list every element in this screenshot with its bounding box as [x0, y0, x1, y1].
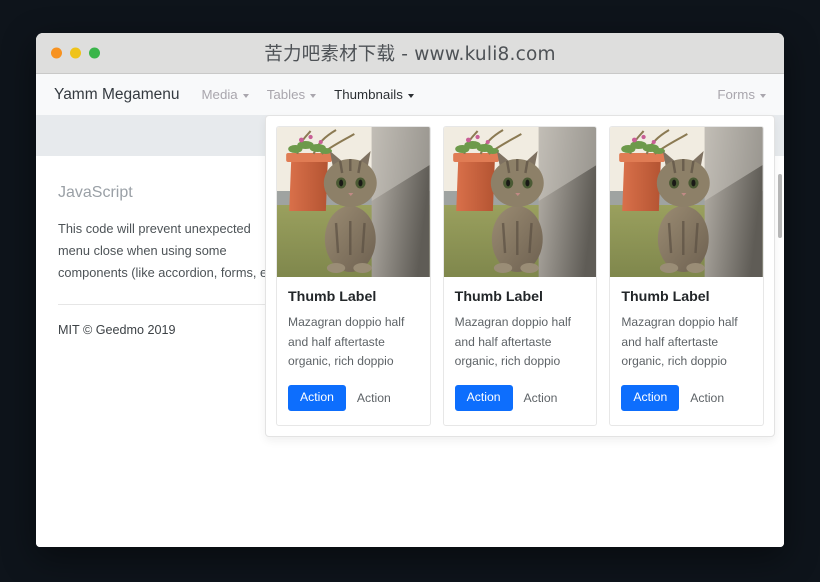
window-titlebar: 苦力吧素材下载 - www.kuli8.com [36, 33, 784, 74]
page-scrollbar-thumb[interactable] [778, 174, 782, 238]
primary-action-button[interactable]: Action [288, 384, 346, 412]
thumbnail-card-title: Thumb Label [454, 289, 543, 305]
thumbnail-card-text: Mazagran doppio half and half aftertaste… [454, 315, 571, 369]
divider [58, 304, 286, 305]
window-title: 苦力吧素材下载 - www.kuli8.com [264, 44, 556, 65]
nav-item-forms-label: Forms [717, 87, 755, 102]
thumbnail-card-body: Thumb Label Mazagran doppio half and hal… [444, 277, 597, 425]
javascript-description: This code will prevent unexpected menu c… [58, 221, 282, 280]
window-controls [51, 47, 100, 59]
thumbnail-card-title: Thumb Label [288, 289, 377, 305]
thumbnail-card-body: Thumb Label Mazagran doppio half and hal… [610, 277, 763, 425]
secondary-action-button[interactable]: Action [357, 391, 391, 405]
nav-item-media-label: Media [201, 87, 238, 102]
thumbnail-card-actions: Action Action [621, 384, 752, 412]
thumbnail-card-text: Mazagran doppio half and half aftertaste… [621, 315, 738, 369]
navbar-items: Media Tables Thumbnails [201, 85, 414, 104]
primary-action-button[interactable]: Action [621, 384, 680, 412]
thumbnail-card[interactable]: Thumb Label Mazagran doppio half and hal… [609, 126, 765, 427]
maximize-green-dot[interactable] [89, 47, 100, 59]
chevron-down-icon [310, 93, 317, 98]
navbar: Yamm Megamenu Media Tables Thumbnails Fo… [36, 74, 784, 115]
nav-item-tables-label: Tables [266, 87, 306, 102]
thumbnail-card-body: Thumb Label Mazagran doppio half and hal… [277, 277, 430, 425]
chevron-down-icon [407, 93, 414, 98]
navbar-brand[interactable]: Yamm Megamenu [54, 86, 179, 104]
page-viewport: JavaScript This code will prevent unexpe… [36, 74, 784, 547]
chevron-down-icon [760, 93, 766, 98]
secondary-action-button[interactable]: Action [524, 391, 558, 405]
primary-action-button[interactable]: Action [454, 384, 513, 412]
browser-window: 苦力吧素材下载 - www.kuli8.com JavaScript This … [36, 33, 784, 547]
thumbnail-card[interactable]: Thumb Label Mazagran doppio half and hal… [442, 126, 598, 427]
secondary-action-button[interactable]: Action [690, 391, 724, 405]
thumbnails-megamenu-dropdown: Thumb Label Mazagran doppio half and hal… [265, 115, 775, 438]
kitten-photo-thumbnail [277, 127, 430, 277]
close-red-dot[interactable] [51, 47, 62, 59]
navbar-items-right: Forms [717, 85, 766, 104]
thumbnail-card-actions: Action Action [288, 384, 419, 412]
thumbnail-card-text: Mazagran doppio half and half aftertaste… [288, 315, 405, 369]
nav-item-tables[interactable]: Tables [266, 85, 317, 104]
nav-item-forms[interactable]: Forms [717, 85, 766, 104]
chevron-down-icon [242, 93, 249, 98]
thumbnail-card-title: Thumb Label [621, 289, 710, 305]
nav-item-thumbnails-label: Thumbnails [334, 87, 403, 102]
kitten-photo-thumbnail [443, 127, 597, 277]
kitten-photo-thumbnail [610, 127, 764, 277]
thumbnail-card-actions: Action Action [454, 384, 586, 412]
minimize-yellow-dot[interactable] [70, 47, 81, 59]
nav-item-thumbnails[interactable]: Thumbnails [334, 85, 414, 104]
thumbnail-card[interactable]: Thumb Label Mazagran doppio half and hal… [276, 126, 431, 427]
nav-item-media[interactable]: Media [201, 85, 249, 104]
